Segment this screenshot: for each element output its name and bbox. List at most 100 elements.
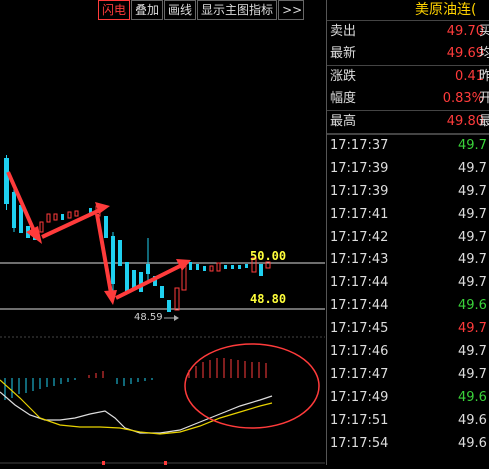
trade-time: 17:17:51	[330, 412, 389, 428]
candle	[216, 262, 221, 272]
quote-label: 涨跌	[330, 69, 357, 84]
indicator-bars	[4, 358, 267, 400]
level-label-low: 48.80	[250, 292, 287, 306]
tick-trade-row: 17:17:47 49.7	[327, 364, 489, 387]
trade-price: 49.6	[458, 412, 487, 428]
level-label-high: 50.00	[250, 249, 287, 263]
trade-time: 17:17:46	[330, 344, 389, 360]
tick-trade-row: 17:17:44 49.6	[327, 295, 489, 318]
tick-trade-row: 17:17:51 49.6	[327, 410, 489, 433]
quote-panel: 美原油连( 卖出 49.70 买 最新 49.69 均 涨跌 0.41 昨 幅度…	[326, 0, 489, 465]
tick-trade-row: 17:17:54 49.6	[327, 433, 489, 456]
trade-price: 49.6	[458, 298, 487, 314]
trade-time: 17:17:39	[330, 160, 389, 176]
trade-time: 17:17:42	[330, 229, 389, 245]
trade-time: 17:17:44	[330, 298, 389, 314]
quote-row-change: 涨跌 0.41 昨	[327, 66, 489, 88]
trade-time: 17:17:45	[330, 321, 389, 337]
quote-value: 49.69	[446, 46, 484, 61]
trade-price: 49.7	[458, 183, 487, 199]
tick-trade-row: 17:17:44 49.7	[327, 272, 489, 295]
quote-label-truncated: 开	[479, 88, 489, 110]
quote-row-last: 最新 49.69 均	[327, 43, 489, 65]
candle	[46, 213, 51, 223]
annotation-circle	[184, 343, 320, 429]
draw-line-button[interactable]: 画线	[164, 0, 197, 20]
trade-price: 49.7	[458, 275, 487, 291]
show-main-indicator-button[interactable]: 显示主图指标	[197, 0, 278, 20]
candle	[125, 262, 129, 292]
candle	[167, 300, 171, 312]
quote-label: 卖出	[330, 24, 357, 39]
tick-trades-list[interactable]: 17:17:37 49.7 17:17:39 49.7 17:17:39 49.7 17:1…	[327, 135, 489, 455]
quote-row-ask: 卖出 49.70 买	[327, 21, 489, 43]
low-price-marker: 48.59	[134, 312, 163, 323]
trade-time: 17:17:39	[330, 183, 389, 199]
candle	[39, 221, 44, 233]
candle	[74, 210, 79, 217]
trade-price: 49.7	[458, 229, 487, 245]
candle	[174, 287, 180, 311]
quote-row-high: 最高 49.80 最	[327, 111, 489, 133]
overlay-button[interactable]: 叠加	[131, 0, 164, 20]
trade-price: 49.7	[458, 160, 487, 176]
trade-time: 17:17:47	[330, 366, 389, 382]
quote-label-truncated: 买	[479, 21, 489, 43]
candle	[209, 265, 214, 272]
trade-price: 49.7	[458, 366, 487, 382]
quote-row-percent: 幅度 0.83% 开	[327, 88, 489, 110]
annotation-arrows	[6, 171, 191, 305]
candle	[196, 264, 199, 270]
candle	[160, 286, 164, 298]
quote-value: 49.80	[446, 114, 484, 129]
quote-label-truncated: 最	[479, 111, 489, 133]
candle	[259, 264, 263, 276]
tick-trade-row: 17:17:39 49.7	[327, 181, 489, 204]
trade-price: 49.6	[458, 389, 487, 405]
trade-time: 17:17:41	[330, 206, 389, 222]
lightning-button[interactable]: 闪电	[98, 0, 131, 20]
kline-chart-area[interactable]: 50.00 48.80 48.59 闪电 叠加 画线 显示主图指标 >>	[0, 0, 325, 465]
candle	[104, 216, 108, 238]
quote-label-truncated: 昨	[479, 66, 489, 88]
quote-label: 最新	[330, 46, 357, 61]
time-marker	[102, 461, 105, 465]
candle	[61, 214, 64, 220]
candle	[53, 213, 58, 221]
candle	[118, 240, 122, 266]
quote-label: 最高	[330, 114, 357, 129]
indicator-line-dif	[0, 391, 273, 434]
trade-price: 49.7	[458, 138, 487, 153]
tick-trade-row: 17:17:41 49.7	[327, 204, 489, 227]
candle	[139, 272, 143, 292]
tick-trade-row: 17:17:49 49.6	[327, 387, 489, 410]
kline-chart-svg	[0, 155, 325, 465]
candle	[203, 266, 206, 271]
candle	[238, 265, 241, 269]
candle	[224, 265, 227, 269]
more-button[interactable]: >>	[278, 0, 305, 20]
tick-trade-row: 17:17:46 49.7	[327, 341, 489, 364]
candle	[245, 264, 248, 268]
tick-trade-row: 17:17:42 49.7	[327, 227, 489, 250]
tick-trade-row: 17:17:45 49.7	[327, 318, 489, 341]
candle	[189, 262, 192, 270]
quote-value: 49.70	[446, 24, 484, 39]
chart-toolbar: 闪电 叠加 画线 显示主图指标 >>	[98, 0, 305, 20]
trade-time: 17:17:44	[330, 275, 389, 291]
instrument-title[interactable]: 美原油连(	[327, 0, 489, 21]
trade-price: 49.7	[458, 252, 487, 268]
trade-price: 49.7	[458, 321, 487, 337]
trade-price: 49.7	[458, 344, 487, 360]
quote-label: 幅度	[330, 91, 357, 106]
trade-time: 17:17:49	[330, 389, 389, 405]
quote-value: 0.41	[455, 69, 484, 84]
trade-time: 17:17:54	[330, 435, 389, 451]
candle	[67, 211, 72, 219]
candle	[132, 270, 136, 288]
trade-price: 49.6	[458, 435, 487, 451]
tick-trade-row: 17:17:43 49.7	[327, 249, 489, 272]
trade-price: 49.7	[458, 206, 487, 222]
trade-time: 17:17:37	[330, 138, 389, 153]
quote-value: 0.83%	[442, 91, 484, 106]
